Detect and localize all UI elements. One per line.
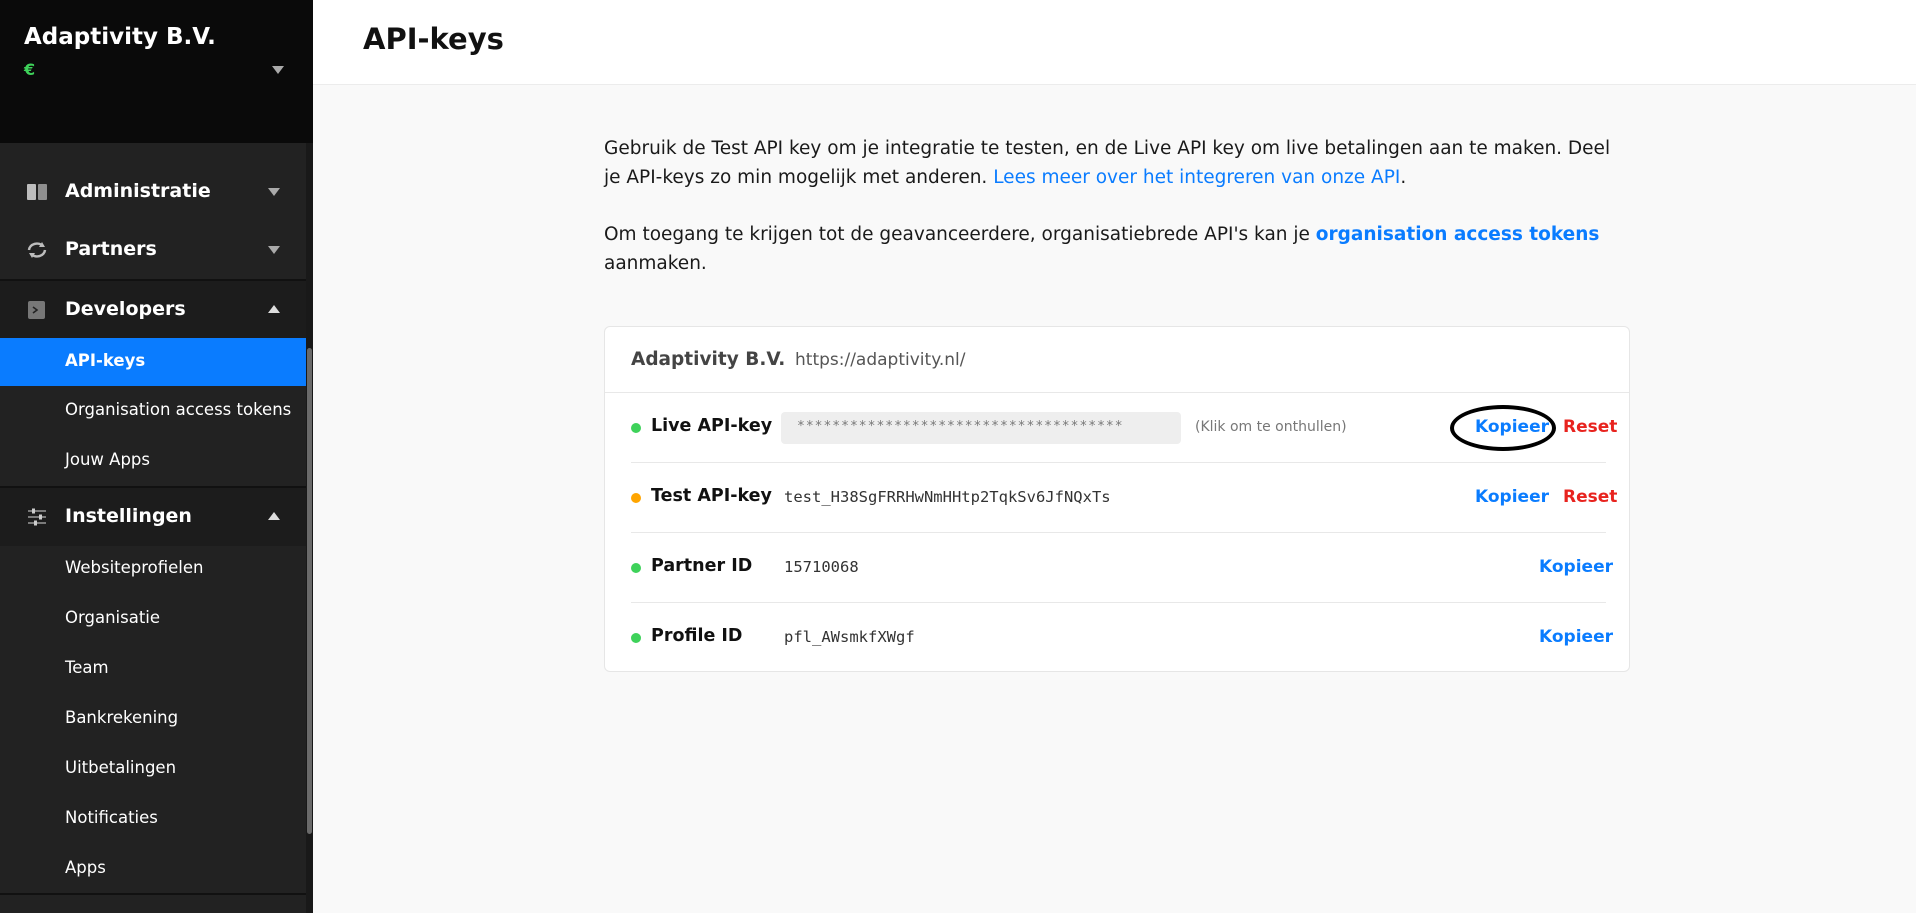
page-title: API-keys [363,22,504,56]
key-label: Partner ID [651,556,753,576]
copy-profile-id-button[interactable]: Kopieer [1539,627,1613,647]
website-url: https://adaptivity.nl/ [795,350,966,370]
profile-id-value: pfl_AWsmkfXWgf [784,628,915,646]
key-label: Live API-key [651,416,773,436]
sidebar: Adaptivity B.V. € Administratie Partners [0,0,313,913]
organization-name: Adaptivity B.V. [24,24,216,50]
sidebar-scrollbar-thumb[interactable] [307,348,312,834]
status-dot [631,423,641,433]
sidebar-group-label: Partners [65,238,157,260]
intro-text-part: . [1400,167,1407,188]
currency-symbol: € [24,60,36,79]
sliders-icon [26,507,48,527]
live-api-key-row: Live API-key ***************************… [631,393,1617,463]
copy-live-key-button[interactable]: Kopieer [1475,417,1549,437]
book-icon [26,182,48,202]
test-api-key-row: Test API-key test_H38SgFRRHwNmHHtp2TqkSv… [631,463,1617,533]
sidebar-item-websiteprofielen[interactable]: Websiteprofielen [0,545,306,593]
sidebar-item-label: Websiteprofielen [65,558,204,577]
sidebar-item-api-keys[interactable]: API-keys [0,338,306,386]
sidebar-group-label: Developers [65,298,186,320]
intro-text: Gebruik de Test API key om je integratie… [604,134,1624,278]
chevron-up-icon [268,512,280,520]
sidebar-item-label: Uitbetalingen [65,758,177,777]
chevron-down-icon[interactable] [272,66,284,74]
intro-text-part: aanmaken. [604,253,707,274]
chevron-up-icon [268,305,280,313]
sidebar-group-label: Administratie [65,180,211,202]
sidebar-item-label: Team [65,658,109,677]
sidebar-item-label: Notificaties [65,808,158,827]
organisation-access-tokens-link[interactable]: organisation access tokens [1316,224,1600,245]
sidebar-item-jouw-apps[interactable]: Jouw Apps [0,437,306,485]
api-keys-card: Adaptivity B.V. https://adaptivity.nl/ L… [604,326,1630,672]
sidebar-item-label: Bankrekening [65,708,179,727]
sync-icon [26,240,48,260]
sidebar-group-partners[interactable]: Partners [0,221,306,279]
sidebar-item-label: API-keys [65,351,146,370]
sidebar-item-notificaties[interactable]: Notificaties [0,795,306,843]
status-dot [631,493,641,503]
card-organization-name: Adaptivity B.V. [631,349,786,370]
status-dot [631,563,641,573]
sidebar-item-label: Organisation access tokens [65,400,292,419]
sidebar-group-label: Instellingen [65,505,192,527]
sidebar-group-administratie[interactable]: Administratie [0,163,306,221]
card-header: Adaptivity B.V. https://adaptivity.nl/ [605,327,1629,393]
intro-paragraph: Om toegang te krijgen tot de geavanceerd… [604,220,1624,278]
chevron-down-icon [268,246,280,254]
sidebar-divider [0,893,306,895]
partner-id-row: Partner ID 15710068 Kopieer [631,533,1613,603]
page-header: API-keys [313,0,1916,85]
test-api-key-value: test_H38SgFRRHwNmHHtp2TqkSv6JfNQxTs [784,488,1111,506]
intro-text-part: Om toegang te krijgen tot de geavanceerd… [604,224,1316,245]
copy-partner-id-button[interactable]: Kopieer [1539,557,1613,577]
status-dot [631,633,641,643]
key-label: Profile ID [651,626,743,646]
terminal-icon [26,300,48,320]
sidebar-item-label: Apps [65,858,106,877]
sidebar-item-team[interactable]: Team [0,645,306,693]
sidebar-item-apps[interactable]: Apps [0,845,306,893]
sidebar-item-organisation-access-tokens[interactable]: Organisation access tokens [0,387,306,435]
key-label: Test API-key [651,486,772,506]
reset-test-key-button[interactable]: Reset [1563,487,1617,507]
intro-paragraph: Gebruik de Test API key om je integratie… [604,134,1624,192]
sidebar-group-developers[interactable]: Developers [0,281,306,339]
sidebar-item-uitbetalingen[interactable]: Uitbetalingen [0,745,306,793]
sidebar-item-label: Organisatie [65,608,161,627]
reset-live-key-button[interactable]: Reset [1563,417,1617,437]
partner-id-value: 15710068 [784,558,859,576]
masked-key-value: ************************************* [797,419,1124,434]
sidebar-item-label: Jouw Apps [65,450,150,469]
chevron-down-icon [268,188,280,196]
live-api-key-reveal-field[interactable]: ************************************* [781,412,1181,444]
sidebar-group-instellingen[interactable]: Instellingen [0,488,306,546]
sidebar-item-organisatie[interactable]: Organisatie [0,595,306,643]
organization-switcher[interactable]: Adaptivity B.V. € [0,0,313,143]
copy-test-key-button[interactable]: Kopieer [1475,487,1549,507]
profile-id-row: Profile ID pfl_AWsmkfXWgf Kopieer [631,603,1613,673]
sidebar-item-bankrekening[interactable]: Bankrekening [0,695,306,743]
integration-docs-link[interactable]: Lees meer over het integreren van onze A… [993,167,1400,188]
reveal-hint: (Klik om te onthullen) [1195,419,1347,435]
